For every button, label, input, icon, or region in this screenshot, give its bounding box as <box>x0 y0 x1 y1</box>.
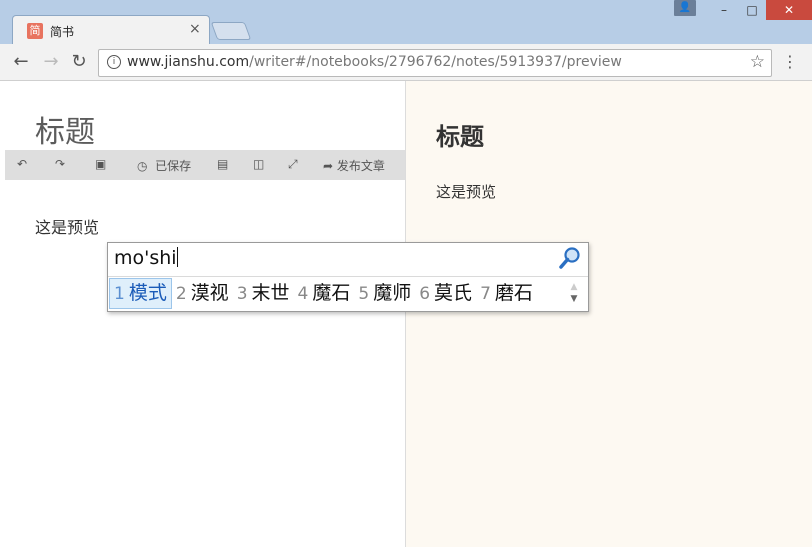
publish-button[interactable]: ➦ 发布文章 <box>323 157 385 174</box>
url-host: www.jianshu.com <box>127 54 250 70</box>
page-content: 标题 ↶ ↷ ▣ ◷ 已保存 ▤ ◫ ⤢ ➦ 发布文章 这是预览 标题 这是预览 <box>0 81 812 551</box>
saved-label: 已保存 <box>155 159 192 173</box>
redo-icon[interactable]: ↷ <box>55 157 65 171</box>
candidate-number: 1 <box>114 284 125 304</box>
clock-icon: ◷ <box>137 159 148 173</box>
ime-candidate-window: mo'shi 1 模式 2 漠视 3 末世 4 魔石 5 魔师 6 莫氏 7 磨石 ▲ ▼ <box>107 242 589 312</box>
candidate-text: 末世 <box>251 282 290 304</box>
ime-candidate[interactable]: 4 魔石 <box>294 278 355 309</box>
editor-textarea[interactable]: 这是预览 <box>35 214 99 238</box>
page-up-icon[interactable]: ▲ <box>568 281 580 293</box>
candidate-number: 5 <box>358 284 370 304</box>
search-icon[interactable] <box>558 246 582 270</box>
candidate-number: 3 <box>236 284 248 304</box>
saved-status: ◷ 已保存 <box>137 157 191 174</box>
candidate-text: 莫氏 <box>434 282 473 304</box>
candidate-text: 魔石 <box>312 282 351 304</box>
preview-body: 这是预览 <box>436 183 497 201</box>
share-icon: ➦ <box>323 159 334 173</box>
tab-title: 简书 <box>50 25 75 39</box>
ime-page-controls: ▲ ▼ <box>568 281 580 305</box>
window-titlebar: 简 简书 × 👤 – □ ✕ <box>0 0 812 46</box>
ime-candidate[interactable]: 5 魔师 <box>354 278 415 309</box>
publish-label: 发布文章 <box>336 159 385 173</box>
ime-candidate-list: 1 模式 2 漠视 3 末世 4 魔石 5 魔师 6 莫氏 7 磨石 <box>109 278 537 309</box>
preview-pane: 标题 这是预览 <box>406 81 812 547</box>
site-info-icon[interactable]: i <box>107 55 121 69</box>
page-down-icon[interactable]: ▼ <box>568 293 580 305</box>
candidate-text: 漠视 <box>190 282 229 304</box>
editor-pane: 标题 ↶ ↷ ▣ ◷ 已保存 ▤ ◫ ⤢ ➦ 发布文章 这是预览 <box>5 81 406 547</box>
note-title-input[interactable]: 标题 <box>35 107 95 151</box>
browser-tab[interactable]: 简 简书 × <box>12 15 210 46</box>
back-button[interactable]: ← <box>10 51 32 73</box>
address-bar[interactable]: i www.jianshu.com/writer#/notebooks/2796… <box>98 49 772 77</box>
reload-button[interactable]: ↻ <box>68 51 90 73</box>
tab-close-icon[interactable]: × <box>189 21 201 37</box>
candidate-number: 2 <box>175 284 187 304</box>
ime-candidate[interactable]: 3 末世 <box>233 278 294 309</box>
ime-candidate[interactable]: 6 莫氏 <box>415 278 476 309</box>
new-tab-button[interactable] <box>210 22 252 40</box>
ime-candidate[interactable]: 2 漠视 <box>172 278 233 309</box>
candidate-text: 模式 <box>128 282 167 304</box>
candidate-number: 6 <box>419 284 431 304</box>
ime-input-text: mo'shi <box>114 247 177 269</box>
forward-button[interactable]: → <box>40 51 62 73</box>
preview-title: 标题 <box>436 123 484 151</box>
split-view-icon[interactable]: ◫ <box>253 157 264 171</box>
browser-menu-icon[interactable]: ⋮ <box>782 51 798 73</box>
ime-divider <box>108 276 588 277</box>
candidate-text: 魔师 <box>373 282 412 304</box>
browser-toolbar: ← → ↻ i www.jianshu.com/writer#/notebook… <box>0 44 812 81</box>
candidate-text: 磨石 <box>494 282 533 304</box>
save-icon[interactable]: ▤ <box>217 157 228 171</box>
candidate-number: 7 <box>480 284 491 304</box>
url-text[interactable]: www.jianshu.com/writer#/notebooks/279676… <box>127 54 622 70</box>
user-profile-icon[interactable]: 👤 <box>674 0 696 16</box>
editor-toolbar: ↶ ↷ ▣ ◷ 已保存 ▤ ◫ ⤢ ➦ 发布文章 <box>5 150 405 180</box>
fullscreen-icon[interactable]: ⤢ <box>288 157 298 172</box>
jianshu-favicon-icon: 简 <box>27 23 43 39</box>
window-controls: 👤 – □ ✕ <box>674 0 812 20</box>
candidate-number: 4 <box>297 284 309 304</box>
text-caret <box>176 247 178 267</box>
bookmark-star-icon[interactable]: ☆ <box>750 52 765 72</box>
close-window-button[interactable]: ✕ <box>766 0 812 20</box>
ime-composition-text[interactable]: mo'shi <box>114 247 178 269</box>
url-path: /writer#/notebooks/2796762/notes/5913937… <box>249 54 622 70</box>
undo-icon[interactable]: ↶ <box>17 157 27 171</box>
ime-candidate[interactable]: 1 模式 <box>109 278 172 309</box>
maximize-button[interactable]: □ <box>738 0 766 20</box>
minimize-button[interactable]: – <box>710 0 738 20</box>
insert-image-icon[interactable]: ▣ <box>95 157 106 171</box>
ime-candidate[interactable]: 7 磨石 <box>476 278 537 309</box>
